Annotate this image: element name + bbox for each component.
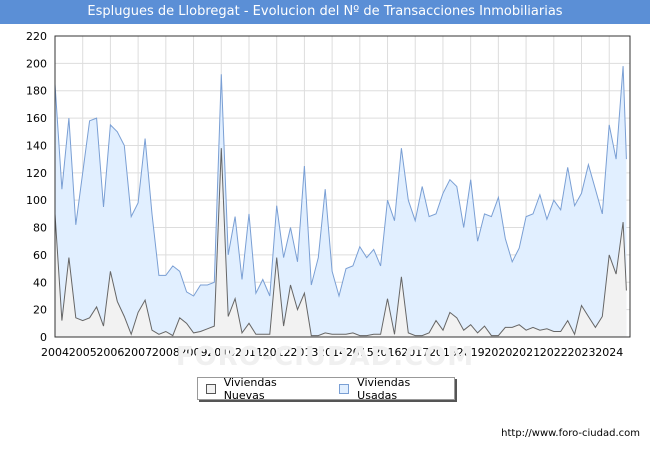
y-tick-label: 100 — [26, 194, 47, 207]
y-tick-label: 200 — [26, 57, 47, 70]
legend: Viviendas Nuevas Viviendas Usadas — [197, 376, 455, 402]
legend-item-usadas: Viviendas Usadas — [339, 376, 450, 402]
legend-label-nuevas: Viviendas Nuevas — [223, 375, 277, 402]
y-tick-label: 220 — [26, 30, 47, 43]
y-tick-label: 60 — [33, 249, 47, 262]
y-axis: 020406080100120140160180200220 — [26, 30, 47, 344]
legend-label-usadas: Viviendas Usadas — [357, 375, 411, 402]
footer-url[interactable]: http://www.foro-ciudad.com — [501, 428, 640, 439]
y-tick-label: 180 — [26, 85, 47, 98]
y-tick-label: 80 — [33, 222, 47, 235]
y-tick-label: 120 — [26, 167, 47, 180]
watermark-text: FORO-CIUDAD.COM — [175, 342, 475, 372]
y-tick-label: 20 — [33, 304, 47, 317]
y-tick-label: 160 — [26, 112, 47, 125]
legend-swatch-usadas — [339, 383, 350, 394]
legend-swatch-nuevas — [206, 383, 216, 394]
y-tick-label: 40 — [33, 276, 47, 289]
y-tick-label: 140 — [26, 139, 47, 152]
legend-item-nuevas: Viviendas Nuevas — [206, 376, 317, 402]
